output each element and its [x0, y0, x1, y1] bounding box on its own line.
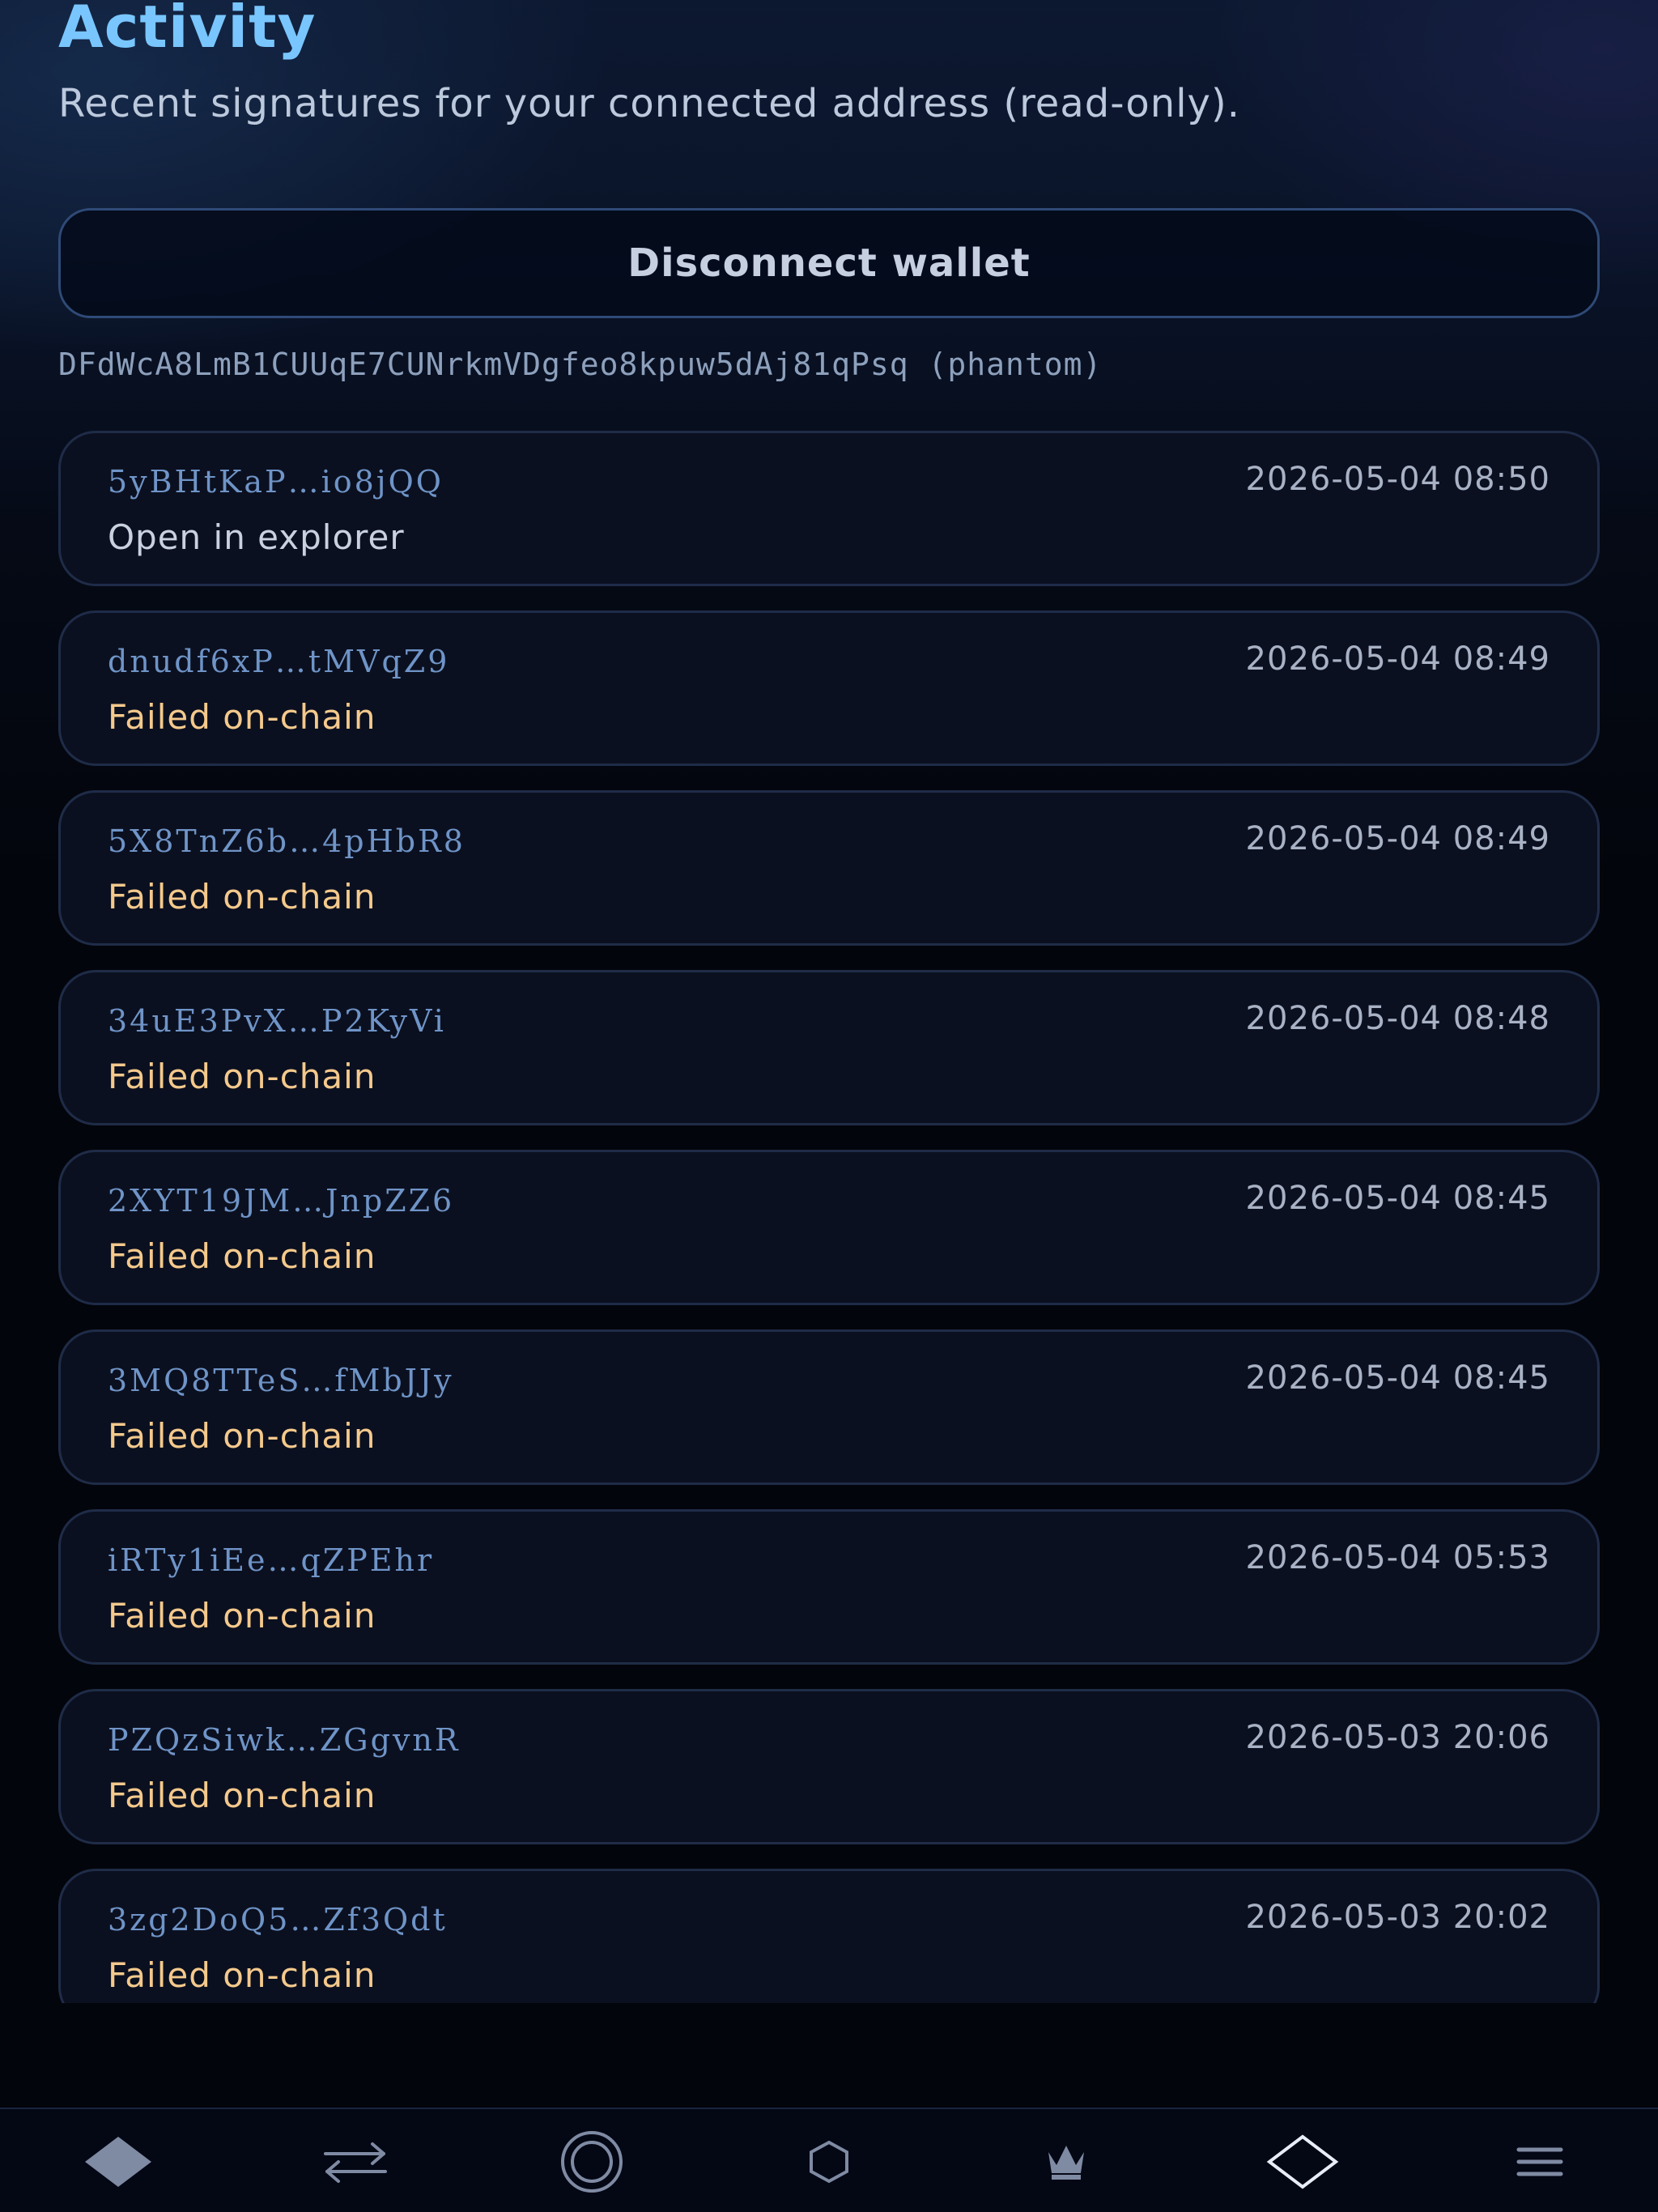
app-root: Activity Recent signatures for your conn…: [0, 0, 1658, 2212]
timestamp: 2026-05-04 08:45: [1245, 1359, 1550, 1397]
activity-row[interactable]: PZQzSiwk…ZGgvnR 2026-05-03 20:06 Failed …: [58, 1689, 1600, 1844]
status-failed: Failed on-chain: [108, 877, 376, 917]
activity-row[interactable]: 5X8TnZ6b…4pHbR8 2026-05-04 08:49 Failed …: [58, 790, 1600, 946]
signature-text: 5yBHtKaP…io8jQQ: [108, 464, 444, 500]
home-diamond-icon: [85, 2136, 152, 2187]
nav-home[interactable]: [45, 2113, 191, 2210]
timestamp: 2026-05-04 08:48: [1245, 1000, 1550, 1037]
status-failed: Failed on-chain: [108, 1955, 376, 1995]
status-failed: Failed on-chain: [108, 1776, 376, 1815]
activity-row[interactable]: 2XYT19JM…JnpZZ6 2026-05-04 08:45 Failed …: [58, 1150, 1600, 1305]
status-failed: Failed on-chain: [108, 1057, 376, 1096]
page-title: Activity: [58, 0, 317, 61]
timestamp: 2026-05-04 08:45: [1245, 1180, 1550, 1217]
activity-row[interactable]: 34uE3PvX…P2KyVi 2026-05-04 08:48 Failed …: [58, 970, 1600, 1125]
signature-text: 34uE3PvX…P2KyVi: [108, 1003, 446, 1039]
bottom-nav: [0, 2108, 1658, 2212]
timestamp: 2026-05-04 05:53: [1245, 1539, 1550, 1576]
swap-arrows-icon: [323, 2142, 387, 2183]
activity-row[interactable]: dnudf6xP…tMVqZ9 2026-05-04 08:49 Failed …: [58, 610, 1600, 766]
nav-tokens[interactable]: [756, 2113, 902, 2210]
status-failed: Failed on-chain: [108, 1596, 376, 1636]
hexagon-icon: [809, 2140, 848, 2183]
activity-row[interactable]: 3zg2DoQ5…Zf3Qdt 2026-05-03 20:02 Failed …: [58, 1869, 1600, 2003]
status-failed: Failed on-chain: [108, 697, 376, 737]
crown-icon: [1048, 2145, 1084, 2180]
disconnect-wallet-button[interactable]: Disconnect wallet: [58, 208, 1600, 318]
wallet-address: DFdWcA8LmB1CUUqE7CUNrkmVDgfeo8kpuw5dAj81…: [58, 347, 1103, 382]
signature-text: 2XYT19JM…JnpZZ6: [108, 1183, 455, 1219]
timestamp: 2026-05-04 08:49: [1245, 640, 1550, 678]
signature-text: 3MQ8TTeS…fMbJJy: [108, 1363, 454, 1398]
circle-ring-icon: [561, 2130, 623, 2193]
nav-swap[interactable]: [283, 2113, 428, 2210]
signature-text: 3zg2DoQ5…Zf3Qdt: [108, 1902, 448, 1938]
timestamp: 2026-05-03 20:02: [1245, 1899, 1550, 1936]
nav-menu[interactable]: [1467, 2113, 1613, 2210]
menu-icon: [1516, 2147, 1563, 2176]
timestamp: 2026-05-04 08:49: [1245, 820, 1550, 857]
nav-stake[interactable]: [519, 2113, 665, 2210]
activity-list: 5yBHtKaP…io8jQQ 2026-05-04 08:50 Open in…: [58, 431, 1600, 2003]
timestamp: 2026-05-04 08:50: [1245, 461, 1550, 498]
activity-row[interactable]: iRTy1iEe…qZPEhr 2026-05-04 05:53 Failed …: [58, 1509, 1600, 1665]
activity-row[interactable]: 3MQ8TTeS…fMbJJy 2026-05-04 08:45 Failed …: [58, 1329, 1600, 1485]
open-in-explorer-link[interactable]: Open in explorer: [108, 517, 405, 557]
timestamp: 2026-05-03 20:06: [1245, 1719, 1550, 1756]
status-failed: Failed on-chain: [108, 1236, 376, 1276]
nav-rewards[interactable]: [993, 2113, 1139, 2210]
nav-activity[interactable]: [1230, 2113, 1375, 2210]
activity-diamond-icon: [1266, 2133, 1339, 2189]
status-failed: Failed on-chain: [108, 1416, 376, 1456]
signature-text: dnudf6xP…tMVqZ9: [108, 644, 450, 679]
signature-text: PZQzSiwk…ZGgvnR: [108, 1722, 461, 1758]
signature-text: iRTy1iEe…qZPEhr: [108, 1542, 435, 1578]
page-subtitle: Recent signatures for your connected add…: [58, 81, 1240, 126]
signature-text: 5X8TnZ6b…4pHbR8: [108, 823, 466, 859]
activity-row[interactable]: 5yBHtKaP…io8jQQ 2026-05-04 08:50 Open in…: [58, 431, 1600, 586]
